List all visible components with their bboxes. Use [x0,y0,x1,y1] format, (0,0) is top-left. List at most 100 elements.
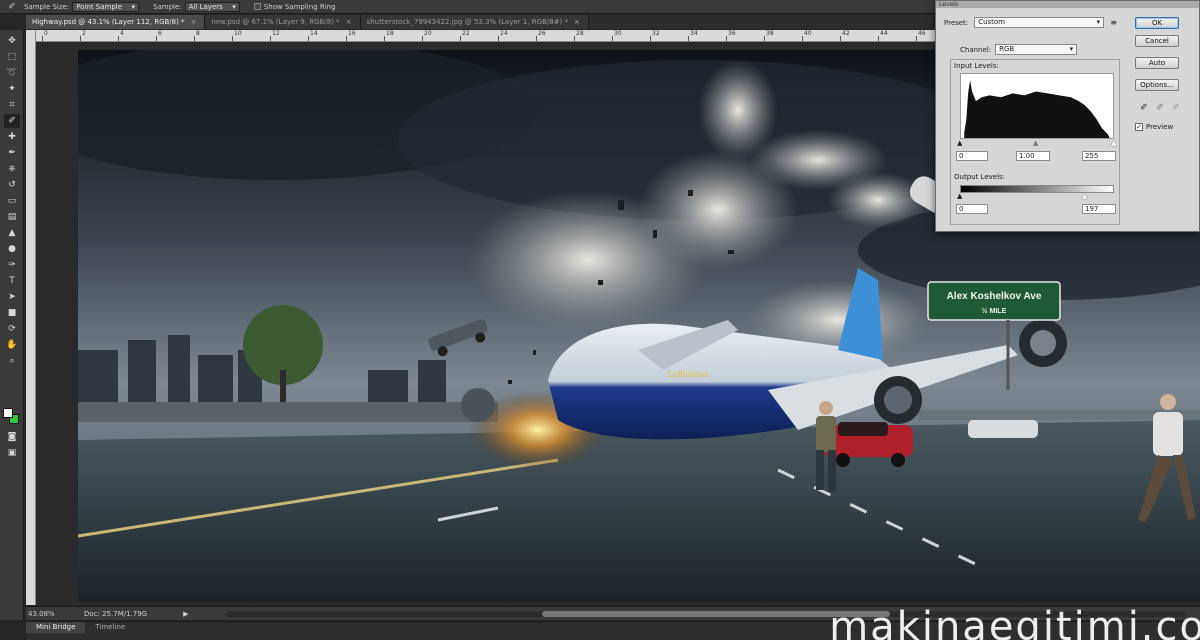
auto-button[interactable]: Auto [1135,57,1179,69]
black-eyedropper-icon[interactable]: ✐ [1138,103,1150,115]
brush-tool-icon[interactable]: ✒ [4,146,20,160]
tab-label: new.psd @ 67.1% (Layer 9, RGB/8) * [211,18,340,26]
highway-barrier [78,402,498,422]
preset-select[interactable]: Custom [974,17,1105,28]
tab-timeline[interactable]: Timeline [85,622,135,633]
tools-panel: ✥ ⬚ ➰ ✦ ⌗ ✐ ✚ ✒ ⎈ ↺ ▭ ▤ ▲ ● ✑ T ➤ ■ ⟳ ✋ … [0,30,24,620]
crop-tool-icon[interactable]: ⌗ [4,98,20,112]
ruler-tick-mark [498,36,499,41]
ruler-tick-label: 22 [462,30,470,37]
sample-label: Sample: [153,2,182,11]
3d-rotate-tool-icon[interactable]: ⟳ [4,322,20,336]
channel-select[interactable]: RGB [995,44,1078,55]
tab-highway[interactable]: Highway.psd @ 43.1% (Layer 112, RGB/8) *… [26,15,206,29]
lasso-tool-icon[interactable]: ➰ [4,66,20,80]
shape-tool-icon[interactable]: ■ [4,306,20,320]
document-info: Doc: 25.7M/1.79G [84,609,148,618]
ruler-tick-mark [42,36,43,41]
ruler-tick-label: 16 [348,30,356,37]
quick-mask-icon[interactable]: ◙ [4,430,20,444]
output-white-slider[interactable]: ▲ [1082,192,1087,200]
output-black-slider[interactable]: ▲ [957,192,962,200]
vertical-ruler[interactable] [26,30,36,605]
ok-button[interactable]: OK [1135,17,1179,29]
history-brush-tool-icon[interactable]: ↺ [4,178,20,192]
ruler-tick-label: 12 [272,30,280,37]
move-tool-icon[interactable]: ✥ [4,34,20,48]
horizontal-ruler[interactable]: 0 2 4 6 8 10 12 14 16 18 20 22 24 26 28 30 32 34 36 38 40 42 4… [36,30,936,42]
ruler-tick-label: 36 [728,30,736,37]
ruler-tick-mark [156,36,157,41]
hand-tool-icon[interactable]: ✋ [4,338,20,352]
close-icon[interactable]: × [574,18,580,26]
ruler-tick-label: 42 [842,30,850,37]
ruler-tick-label: 0 [44,30,48,37]
ruler-tick-mark [764,36,765,41]
healing-brush-tool-icon[interactable]: ✚ [4,130,20,144]
ruler-tick-mark [118,36,119,41]
preview-checkbox[interactable]: ✓ [1135,123,1143,131]
type-tool-icon[interactable]: T [4,274,20,288]
dodge-tool-icon[interactable]: ● [4,242,20,256]
preset-options-icon[interactable]: ≡ [1110,18,1117,27]
ruler-tick-label: 10 [234,30,242,37]
ruler-tick-mark [460,36,461,41]
output-black-field[interactable]: 0 [956,204,988,214]
eraser-tool-icon[interactable]: ▭ [4,194,20,208]
zoom-level[interactable]: 43.08% [28,610,60,618]
sample-select[interactable]: All Layers [184,1,240,12]
white-point-slider[interactable]: ▲ [1111,139,1116,147]
ruler-tick-label: 40 [804,30,812,37]
eyedropper-tool-icon[interactable]: ✐ [4,114,20,128]
ruler-tick-label: 20 [424,30,432,37]
input-black-field[interactable]: 0 [956,151,988,161]
ruler-tick-label: 38 [766,30,774,37]
sample-size-select[interactable]: Point Sample [72,1,140,12]
ruler-tick-label: 44 [880,30,888,37]
input-gamma-field[interactable]: 1.00 [1016,151,1050,161]
gray-eyedropper-icon[interactable]: ✐ [1154,103,1166,115]
gamma-slider[interactable]: ▲ [1033,139,1038,147]
ruler-tick-label: 26 [538,30,546,37]
tab-new[interactable]: new.psd @ 67.1% (Layer 9, RGB/8) * × [205,15,361,29]
preset-label: Preset: [944,18,969,27]
output-white-field[interactable]: 197 [1082,204,1116,214]
zoom-tool-icon[interactable]: ⌕ [4,354,20,368]
airline-text: Lufthansa [668,369,708,379]
levels-dialog: Levels Preset: Custom ≡ Channel: RGB Inp… [935,0,1200,232]
close-icon[interactable]: × [346,18,352,26]
foreground-color-swatch[interactable] [3,408,13,418]
document-tabs: Highway.psd @ 43.1% (Layer 112, RGB/8) *… [26,15,936,29]
gradient-tool-icon[interactable]: ▤ [4,210,20,224]
output-levels-label: Output Levels: [954,173,1006,181]
status-menu-icon[interactable]: ▶ [183,610,188,618]
ruler-tick-mark [536,36,537,41]
options-button[interactable]: Options... [1135,79,1179,91]
cancel-button[interactable]: Cancel [1135,35,1179,47]
tab-shutterstock[interactable]: shutterstock_79943422.jpg @ 53.3% (Layer… [360,15,589,29]
pen-tool-icon[interactable]: ✑ [4,258,20,272]
blur-tool-icon[interactable]: ▲ [4,226,20,240]
tab-mini-bridge[interactable]: Mini Bridge [26,622,86,633]
quick-select-tool-icon[interactable]: ✦ [4,82,20,96]
show-sampling-ring-checkbox[interactable] [253,3,261,10]
ruler-tick-mark [574,36,575,41]
black-point-slider[interactable]: ▲ [957,139,962,147]
clone-stamp-tool-icon[interactable]: ⎈ [4,162,20,176]
path-selection-tool-icon[interactable]: ➤ [4,290,20,304]
sign-title: Alex Koshelkov Ave [947,291,1042,302]
show-sampling-ring-label: Show Sampling Ring [263,2,336,11]
ruler-tick-label: 6 [158,30,162,37]
input-white-field[interactable]: 255 [1082,151,1116,161]
preview-option[interactable]: ✓ Preview [1135,123,1173,131]
ruler-tick-label: 2 [82,30,86,37]
ruler-tick-label: 34 [690,30,698,37]
marquee-tool-icon[interactable]: ⬚ [4,50,20,64]
close-icon[interactable]: × [191,18,197,26]
screen-mode-icon[interactable]: ▣ [4,446,20,460]
white-eyedropper-icon[interactable]: ✐ [1170,103,1182,115]
ruler-tick-label: 18 [386,30,394,37]
histogram-shape [964,79,1110,138]
eyedropper-icon[interactable]: ✐ [0,2,24,12]
ruler-tick-mark [232,36,233,41]
